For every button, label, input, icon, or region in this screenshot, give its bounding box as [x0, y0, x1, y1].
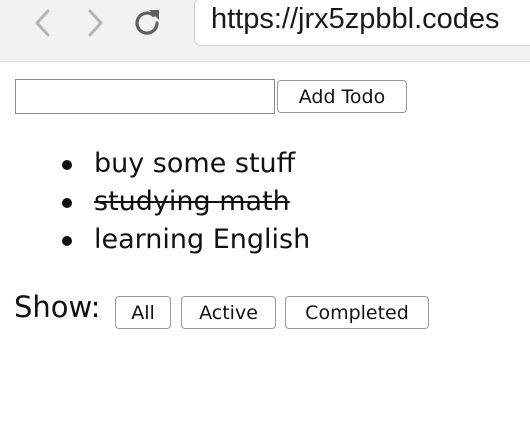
reload-button[interactable]: [130, 6, 164, 40]
todo-text: learning English: [94, 224, 311, 255]
url-text: https://jrx5zpbbl.codes: [211, 3, 500, 35]
todo-text: buy some stuff: [94, 148, 296, 179]
bullet-icon: [62, 160, 72, 170]
filter-label: Show:: [14, 290, 101, 324]
chevron-left-icon: [35, 9, 50, 37]
bullet-icon: [62, 236, 72, 246]
todo-item[interactable]: learning English: [0, 221, 310, 259]
filter-active-button[interactable]: Active: [181, 296, 276, 329]
todo-text: studying math: [94, 186, 290, 217]
filter-all-button[interactable]: All: [115, 296, 171, 329]
browser-toolbar: https://jrx5zpbbl.codes: [0, 0, 530, 62]
filter-completed-button[interactable]: Completed: [285, 296, 429, 329]
add-todo-button[interactable]: Add Todo: [277, 80, 407, 113]
forward-button[interactable]: [78, 6, 112, 40]
todo-item[interactable]: studying math: [0, 183, 310, 221]
chevron-right-icon: [88, 9, 103, 37]
todo-item[interactable]: buy some stuff: [0, 145, 310, 183]
new-todo-input[interactable]: [15, 79, 275, 114]
reload-icon: [135, 10, 159, 35]
bullet-icon: [62, 198, 72, 208]
address-bar[interactable]: https://jrx5zpbbl.codes: [194, 0, 530, 46]
todo-list: buy some stuff studying math learning En…: [0, 145, 310, 259]
back-button[interactable]: [26, 6, 60, 40]
